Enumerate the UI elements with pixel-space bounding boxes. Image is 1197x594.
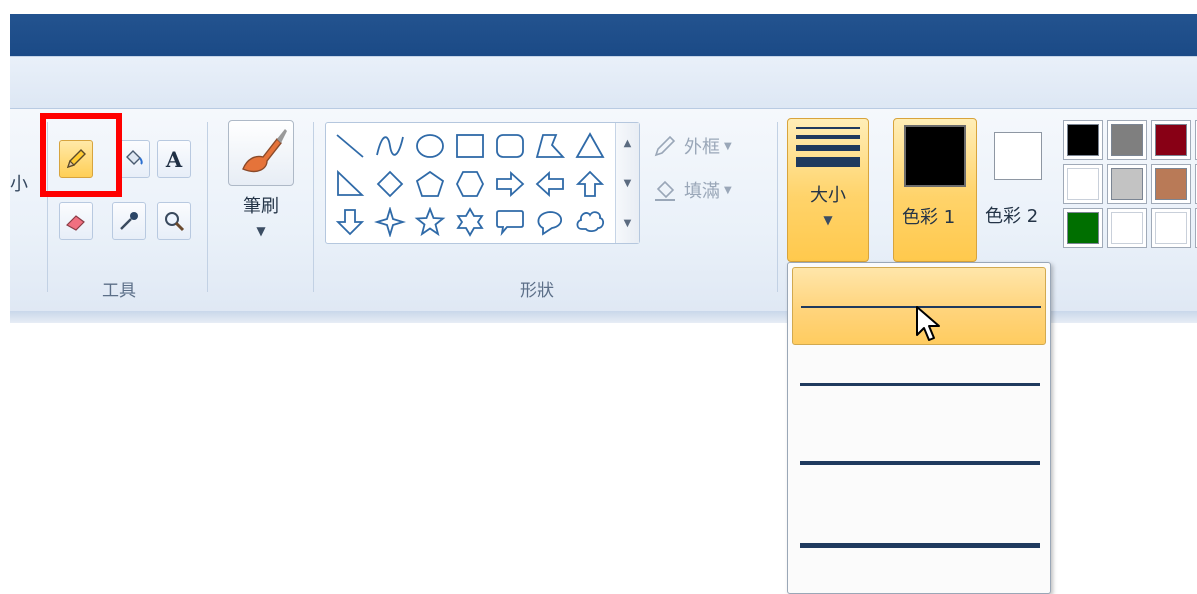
palette-swatch[interactable]: [1151, 120, 1191, 160]
line-width-3-icon: [800, 461, 1040, 465]
group-separator: [777, 122, 778, 292]
fill-icon: [126, 150, 143, 165]
size-button[interactable]: 大小 ▼: [787, 118, 869, 262]
title-bar: [10, 14, 1197, 56]
size-option-2[interactable]: [792, 345, 1046, 423]
eraser-icon: [66, 215, 85, 231]
five-point-star-shape-icon[interactable]: [410, 203, 450, 241]
color2-button[interactable]: 色彩 2: [982, 120, 1054, 260]
fill-bucket-icon: [655, 180, 675, 201]
magnifier-button[interactable]: [157, 202, 191, 240]
polygon-shape-icon[interactable]: [530, 127, 570, 165]
rectangle-shape-icon[interactable]: [450, 127, 490, 165]
oval-shape-icon[interactable]: [410, 127, 450, 165]
tools-group-label: 工具: [102, 281, 136, 301]
pentagon-shape-icon[interactable]: [410, 165, 450, 203]
palette-swatch[interactable]: [1151, 164, 1191, 204]
right-triangle-shape-icon[interactable]: [330, 165, 370, 203]
mouse-cursor-icon: [916, 306, 940, 341]
outline-label: 外框: [684, 137, 720, 158]
palette-swatch-color: [1111, 212, 1143, 244]
color-picker-icon: [120, 212, 138, 230]
color-palette: [1063, 120, 1197, 248]
paint-window: 小 A 工具 筆刷 ▼ ▲ ▼ ▼ 外框 ▼ 填滿 ▼ 形狀 大小 ▼ 色彩 1…: [0, 0, 1197, 594]
chevron-down-icon: ▼: [724, 184, 732, 196]
palette-swatch-color: [1111, 124, 1143, 156]
hexagon-shape-icon[interactable]: [450, 165, 490, 203]
expand-gallery-icon[interactable]: ▼: [616, 203, 639, 243]
right-arrow-shape-icon[interactable]: [490, 165, 530, 203]
palette-swatch[interactable]: [1107, 208, 1147, 248]
up-arrow-shape-icon[interactable]: [570, 165, 610, 203]
diamond-shape-icon[interactable]: [370, 165, 410, 203]
magnifier-icon: [165, 212, 185, 232]
palette-swatch[interactable]: [1107, 120, 1147, 160]
palette-swatch[interactable]: [1063, 120, 1103, 160]
oval-callout-shape-icon[interactable]: [530, 203, 570, 241]
palette-swatch[interactable]: [1107, 164, 1147, 204]
scroll-down-icon[interactable]: ▼: [616, 163, 639, 203]
shapes-gallery[interactable]: ▲ ▼ ▼: [325, 122, 640, 244]
palette-swatch-color: [1111, 168, 1143, 200]
outline-pen-icon: [654, 135, 676, 157]
shape-options: 外框 ▼ 填滿 ▼: [652, 124, 772, 212]
shapes-gallery-scroll: ▲ ▼ ▼: [615, 123, 639, 243]
text-button[interactable]: A: [157, 140, 191, 178]
brush-icon: [228, 120, 294, 186]
annotation-highlight-box: [40, 113, 122, 197]
six-point-star-shape-icon[interactable]: [450, 203, 490, 241]
color-picker-button[interactable]: [112, 202, 146, 240]
cloud-callout-shape-icon[interactable]: [570, 203, 610, 241]
color1-label: 色彩 1: [902, 207, 956, 228]
color1-button[interactable]: 色彩 1: [893, 118, 977, 262]
size-option-3[interactable]: [792, 423, 1046, 501]
left-arrow-shape-icon[interactable]: [530, 165, 570, 203]
scroll-up-icon[interactable]: ▲: [616, 123, 639, 163]
svg-text:A: A: [165, 147, 183, 171]
fill-label: 填滿: [684, 181, 720, 202]
chevron-down-icon: ▼: [823, 213, 833, 227]
eraser-button[interactable]: [59, 202, 93, 240]
image-group-partial-label: 小: [10, 174, 28, 195]
fill-option-button[interactable]: 填滿 ▼: [652, 168, 772, 212]
color2-label: 色彩 2: [985, 206, 1039, 227]
chevron-down-icon: ▼: [724, 140, 732, 152]
color1-swatch: [904, 125, 966, 187]
palette-swatch-color: [1067, 124, 1099, 156]
size-option-4[interactable]: [792, 501, 1046, 579]
palette-swatch[interactable]: [1151, 208, 1191, 248]
curve-shape-icon[interactable]: [370, 127, 410, 165]
ribbon-tab-strip: [10, 56, 1197, 108]
rounded-callout-shape-icon[interactable]: [490, 203, 530, 241]
triangle-shape-icon[interactable]: [570, 127, 610, 165]
shapes-group-label: 形狀: [520, 281, 554, 301]
size-label: 大小: [810, 185, 846, 206]
brushes-label: 筆刷: [243, 196, 279, 217]
group-separator: [207, 122, 208, 292]
palette-swatch[interactable]: [1063, 164, 1103, 204]
palette-swatch-color: [1155, 168, 1187, 200]
palette-swatch-color: [1155, 212, 1187, 244]
color2-swatch: [994, 132, 1042, 180]
palette-swatch-color: [1155, 124, 1187, 156]
brushes-button[interactable]: 筆刷 ▼: [225, 120, 297, 260]
chevron-down-icon: ▼: [256, 224, 266, 238]
line-shape-icon[interactable]: [330, 127, 370, 165]
palette-swatch-color: [1067, 168, 1099, 200]
down-arrow-shape-icon[interactable]: [330, 203, 370, 241]
group-separator: [313, 122, 314, 292]
palette-swatch-color: [1067, 212, 1099, 244]
four-point-star-shape-icon[interactable]: [370, 203, 410, 241]
text-icon: A: [165, 147, 183, 171]
line-width-2-icon: [800, 383, 1040, 386]
line-width-icon: [795, 127, 861, 167]
palette-swatch[interactable]: [1063, 208, 1103, 248]
line-width-4-icon: [800, 543, 1040, 548]
rounded-rectangle-shape-icon[interactable]: [490, 127, 530, 165]
outline-button[interactable]: 外框 ▼: [652, 124, 772, 168]
